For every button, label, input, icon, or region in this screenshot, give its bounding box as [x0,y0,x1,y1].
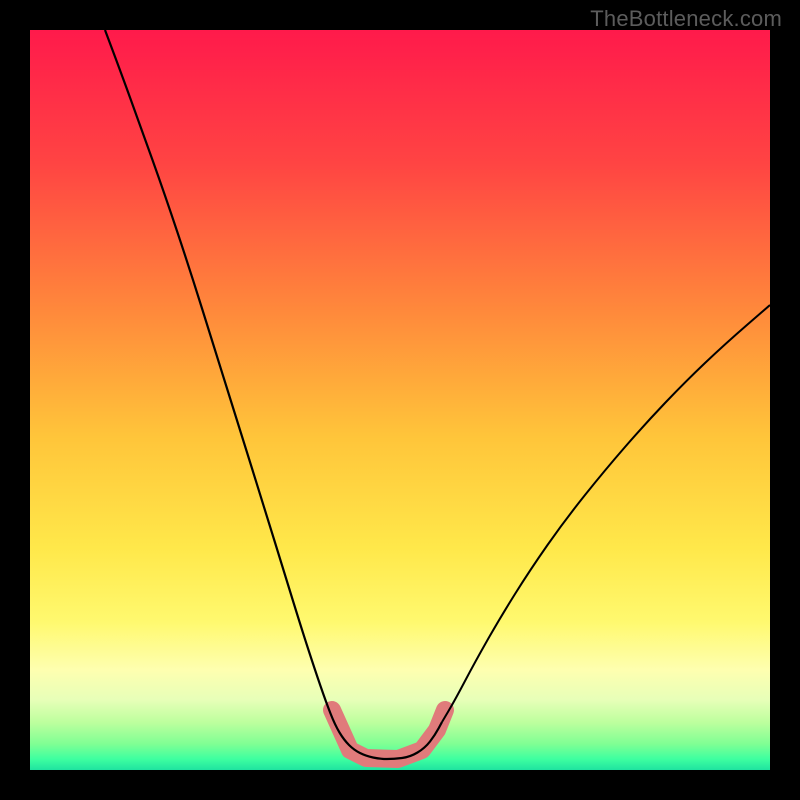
plot-area [30,30,770,770]
curve-right-branch [442,305,770,722]
curve-left-branch [105,30,442,759]
curve-layer [30,30,770,770]
chart-frame: TheBottleneck.com [0,0,800,800]
watermark-text: TheBottleneck.com [590,6,782,32]
